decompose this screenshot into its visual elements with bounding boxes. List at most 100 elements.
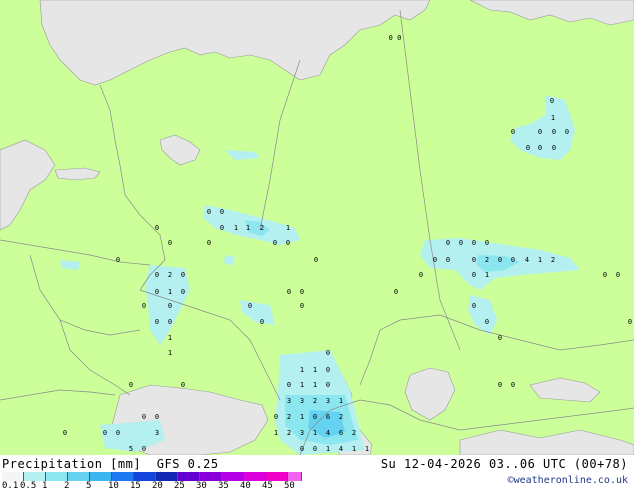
precip-value: 0 — [286, 239, 290, 247]
precip-value: 0 — [433, 256, 437, 264]
precip-value: 0 — [274, 413, 278, 421]
precip-value: 2 — [313, 397, 317, 405]
precip-value: 1 — [313, 366, 317, 374]
precip-value: 3 — [287, 397, 291, 405]
precip-value: 1 — [300, 366, 304, 374]
scale-swatch — [266, 472, 288, 481]
precip-value: 0 — [287, 381, 291, 389]
precip-value: 0 — [472, 271, 476, 279]
precip-value: 0 — [142, 445, 146, 453]
scale-swatch — [2, 472, 24, 481]
precip-value: 0 — [207, 208, 211, 216]
precip-value: 0 — [326, 349, 330, 357]
precip-value: 0 — [155, 413, 159, 421]
precip-value: 0 — [472, 302, 476, 310]
precip-value: 0 — [181, 381, 185, 389]
precip-value: 0 — [220, 224, 224, 232]
scale-swatch — [112, 472, 134, 481]
precip-value: 0 — [550, 97, 554, 105]
precip-value: 0 — [511, 381, 515, 389]
precip-value: 1 — [286, 224, 290, 232]
precip-value: 4 — [326, 429, 330, 437]
precip-value: 0 — [498, 256, 502, 264]
precip-value: 1 — [313, 381, 317, 389]
precip-value: 0 — [103, 429, 107, 437]
precip-value: 1 — [168, 334, 172, 342]
credit-link[interactable]: ©weatheronline.co.uk — [508, 475, 628, 486]
scale-swatch — [244, 472, 266, 481]
precip-value: 1 — [168, 349, 172, 357]
scale-swatch — [134, 472, 156, 481]
precip-value: 1 — [352, 445, 356, 453]
precip-value: 0 — [511, 256, 515, 264]
precip-value: 0 — [326, 381, 330, 389]
precip-value: 0 — [313, 413, 317, 421]
precip-value: 0 — [155, 288, 159, 296]
map-canvas: 0 0 0 1 0 0 0 0 0 0 0 0 0 0 1 1 2 1 0 0 0 0 0 0 0 0 0 0 0 0 0 0 2 0 0 4 1 2 0… — [0, 0, 634, 455]
precip-value: 0 — [116, 429, 120, 437]
precip-value: 0 0 — [389, 34, 402, 42]
precip-value: 0 — [155, 318, 159, 326]
scale-swatch — [200, 472, 222, 481]
precip-value: 0 — [248, 302, 252, 310]
precip-value: 2 — [287, 413, 291, 421]
precip-value: 0 — [526, 144, 530, 152]
precip-value: 0 — [485, 318, 489, 326]
scale-swatch — [90, 472, 112, 481]
precip-value: 0 — [129, 381, 133, 389]
precip-value: 0 — [565, 128, 569, 136]
precip-value: 4 — [525, 256, 529, 264]
color-scale — [2, 472, 302, 481]
model-name: GFS 0.25 — [156, 457, 219, 471]
precip-value: 1 — [551, 114, 555, 122]
precip-value: 0 — [498, 381, 502, 389]
precip-value: 0 — [220, 208, 224, 216]
precip-value: 0 — [287, 288, 291, 296]
precip-value: 2 — [339, 413, 343, 421]
precip-value: 0 — [300, 445, 304, 453]
precip-value: 3 — [300, 429, 304, 437]
precip-value: 0 — [628, 318, 632, 326]
precip-value: 3 — [326, 397, 330, 405]
precip-value: 0 — [552, 128, 556, 136]
precip-value: 0 — [552, 144, 556, 152]
precip-value: 3 — [155, 429, 159, 437]
precip-value: 0 — [168, 239, 172, 247]
precip-value: 0 — [314, 256, 318, 264]
precip-value: 0 — [394, 288, 398, 296]
precip-value: 0 — [181, 288, 185, 296]
precip-value: 1 — [234, 224, 238, 232]
precip-value: 0 — [300, 288, 304, 296]
precip-value: 2 — [551, 256, 555, 264]
precip-value: 2 — [485, 256, 489, 264]
precip-value: 0 — [142, 302, 146, 310]
precip-value: 0 — [116, 256, 120, 264]
precip-value: 0 — [155, 224, 159, 232]
precip-value: 3 — [300, 397, 304, 405]
precipitation-map: 0 0 0 1 0 0 0 0 0 0 0 0 0 0 1 1 2 1 0 0 0 0 0 0 0 0 0 0 0 0 0 0 2 0 0 4 1 2 0… — [0, 0, 634, 455]
precip-value: 2 — [287, 429, 291, 437]
precip-value: 0 — [446, 239, 450, 247]
precip-value: 0 — [313, 445, 317, 453]
precip-value: 1 — [339, 397, 343, 405]
precip-value: 1 — [326, 445, 330, 453]
precip-value: 6 — [339, 429, 343, 437]
precip-value: 2 — [260, 224, 264, 232]
scale-swatch — [156, 472, 178, 481]
legend-title: Precipitation [mm] GFS 0.25 — [2, 457, 219, 471]
precip-value: 1 — [274, 429, 278, 437]
scale-swatch — [178, 472, 200, 481]
precip-value: 0 — [616, 271, 620, 279]
scale-swatch — [288, 472, 302, 481]
precip-value: 4 — [339, 445, 343, 453]
precip-value: 1 — [300, 413, 304, 421]
precip-value: 1 — [313, 429, 317, 437]
precip-value: 1 — [168, 288, 172, 296]
precip-value: 0 — [168, 302, 172, 310]
precip-value: 0 — [142, 413, 146, 421]
precip-value: 0 — [485, 239, 489, 247]
legend-footer: Precipitation [mm] GFS 0.25 Su 12-04-202… — [0, 455, 634, 491]
precip-value: 1 — [538, 256, 542, 264]
scale-swatch — [222, 472, 244, 481]
precip-value: 0 — [63, 429, 67, 437]
